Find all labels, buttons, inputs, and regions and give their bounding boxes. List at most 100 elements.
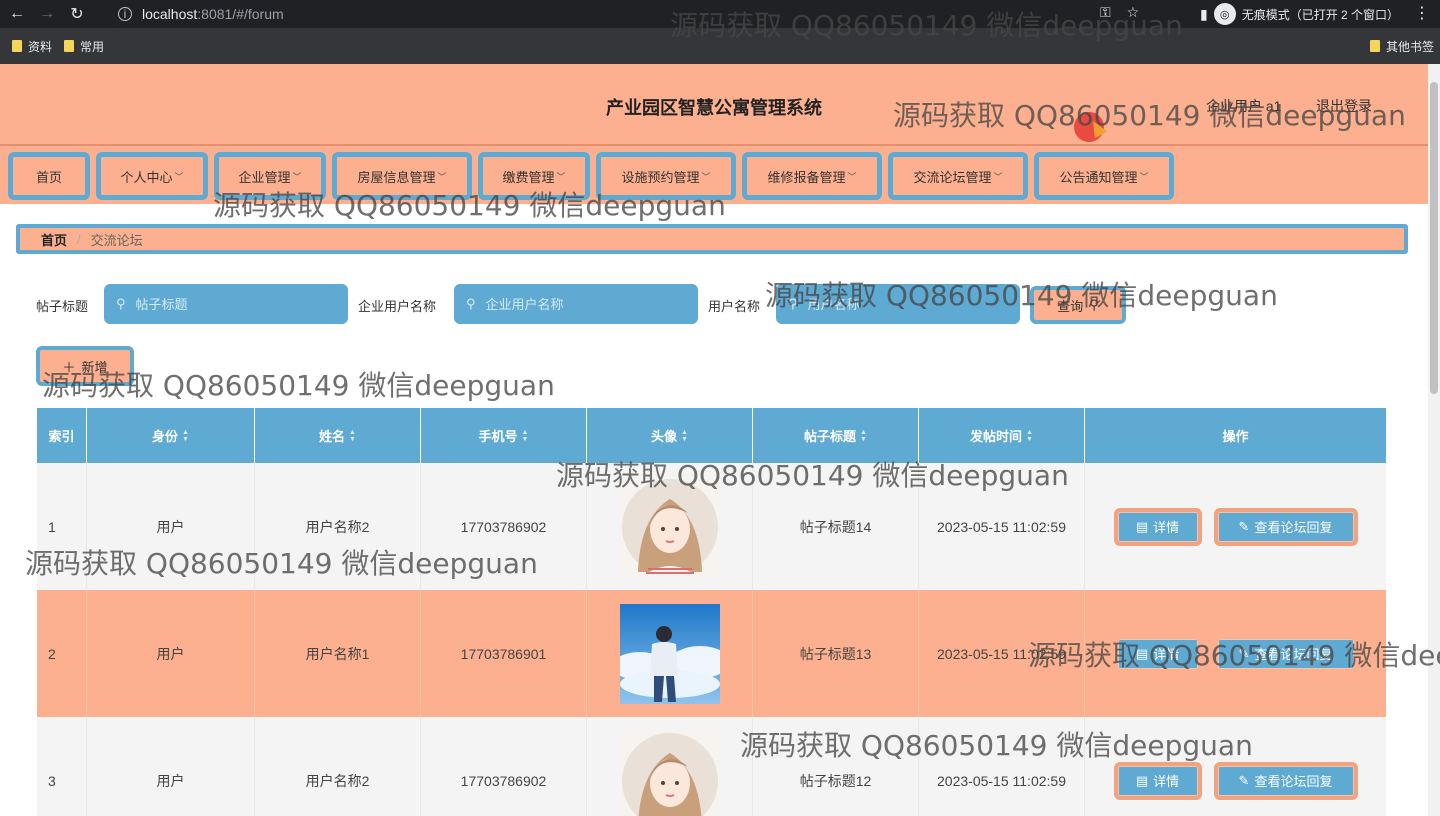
avatar [619,730,720,816]
nav-payment-mgmt[interactable]: 缴费管理 ﹀ [478,152,590,200]
view-replies-button[interactable]: ✎ 查看论坛回复 [1213,634,1358,673]
plus-icon: ＋ [62,359,76,375]
app-header: 产业园区智慧公寓管理系统 企业用户 a1 退出登录 [0,64,1428,144]
sort-icon[interactable]: ▲ ▼ [681,429,688,443]
cell-post-title: 帖子标题14 [753,463,919,590]
col-post-title[interactable]: 帖子标题 ▲ ▼ [753,408,919,463]
chevron-down-icon: ﹀ [174,171,184,182]
post-title-label: 帖子标题 [36,299,89,314]
current-user: 企业用户 a1 [1206,98,1282,114]
bookmark-folder-ziliao[interactable]: 资料 [12,38,52,55]
col-index: 索引 [37,408,87,463]
star-icon[interactable]: ☆ [1127,4,1140,21]
bookmark-folder-changyong[interactable]: 常用 [64,38,104,55]
table-header: 索引 身份 ▲ ▼ 姓名 ▲ ▼ 手机号 ▲ ▼ 头像 ▲ ▼ 帖子标题 ▲ ▼ 发帖时间 ▲ ▼ 操作 [37,408,1386,463]
add-button[interactable]: ＋ 新增 [36,346,134,386]
cell-actions: ▤ 详情 ✎ 查看论坛回复 [1085,717,1386,816]
incognito-indicator[interactable]: ▮ ◎ 无痕模式（已打开 2 个窗口） [1200,2,1399,26]
col-actions: 操作 [1222,429,1249,444]
scrollbar-thumb[interactable] [1430,82,1438,394]
nav-forum-mgmt[interactable]: 交流论坛管理 ﹀ [888,152,1028,200]
nav-company-mgmt[interactable]: 企业管理 ﹀ [214,152,326,200]
cell-name: 用户名称2 [255,463,421,590]
cell-role: 用户 [87,590,255,717]
table-row: 2 用户 用户名称1 17703786901 帖子标题13 2023-05-15… [37,590,1386,717]
info-icon[interactable]: i [118,7,132,21]
page-scrollbar[interactable] [1428,64,1440,816]
col-phone[interactable]: 手机号 ▲ ▼ [421,408,587,463]
cell-post-title: 帖子标题13 [753,590,919,717]
cell-avatar [587,590,753,717]
cell-index: 3 [37,717,87,816]
cell-actions: ▤ 详情 ✎ 查看论坛回复 [1085,463,1386,590]
document-icon: ▤ [1135,645,1149,661]
nav-notice-mgmt[interactable]: 公告通知管理 ﹀ [1034,152,1174,200]
address-bar[interactable]: i localhost:8081/#/forum [104,1,1194,27]
post-title-field[interactable] [135,296,316,312]
user-name-input[interactable]: ⚲ [776,284,1020,324]
nav-house-info-mgmt[interactable]: 房屋信息管理 ﹀ [332,152,472,200]
back-icon[interactable]: ← [4,1,30,27]
company-name-label: 企业用户名称 [358,299,437,314]
nav-repair-mgmt[interactable]: 维修报备管理 ﹀ [742,152,882,200]
detail-button[interactable]: ▤ 详情 [1113,761,1202,800]
document-icon: ▤ [1135,772,1149,788]
nav-facility-booking-mgmt[interactable]: 设施预约管理 ﹀ [596,152,736,200]
document-icon: ▤ [1135,518,1149,534]
user-name-field[interactable] [807,296,988,312]
cell-post-time: 2023-05-15 11:02:59 [919,463,1085,590]
company-name-input[interactable]: ⚲ [454,284,698,324]
chevron-down-icon: ﹀ [437,171,447,182]
nav-personal-center[interactable]: 个人中心 ﹀ [96,152,208,200]
breadcrumb-home[interactable]: 首页 [41,230,67,249]
col-role[interactable]: 身份 ▲ ▼ [87,408,255,463]
bookmark-folder-other[interactable]: 其他书签 [1369,38,1434,55]
company-name-field[interactable] [485,296,666,312]
query-button[interactable]: 查询 ⚲ [1030,286,1126,324]
cell-role: 用户 [87,463,255,590]
sort-icon[interactable]: ▲ ▼ [860,429,867,443]
search-icon: ⚲ [1089,297,1099,312]
breadcrumb-separator: / [77,231,81,247]
cell-index: 1 [37,463,87,590]
cell-avatar [587,463,753,590]
col-post-time[interactable]: 发帖时间 ▲ ▼ [919,408,1085,463]
folder-icon [12,40,22,52]
avatar [619,603,720,704]
detail-button[interactable]: ▤ 详情 [1113,634,1202,673]
cell-post-time: 2023-05-15 11:02:59 [919,717,1085,816]
cell-name: 用户名称2 [255,717,421,816]
cell-phone: 17703786902 [421,717,587,816]
edit-icon: ✎ [1238,772,1250,788]
view-replies-button[interactable]: ✎ 查看论坛回复 [1213,761,1358,800]
menu-icon[interactable]: ⋮ [1414,3,1430,23]
folder-icon [64,40,75,52]
sidebar-icon[interactable]: ▮ [1200,6,1208,23]
main-nav: 首页 个人中心 ﹀ 企业管理 ﹀ 房屋信息管理 ﹀ 缴费管理 ﹀ 设施预约管理 ﹀ 维修报… [0,144,1428,204]
cell-phone: 17703786901 [421,590,587,717]
nav-home[interactable]: 首页 [8,152,90,200]
sort-icon[interactable]: ▲ ▼ [182,429,189,443]
browser-toolbar: ← → ↻ i localhost:8081/#/forum ⚿ ☆ ▮ ◎ 无… [0,0,1440,28]
reload-icon[interactable]: ↻ [64,1,90,27]
logout-button[interactable]: 退出登录 [1316,96,1372,116]
search-icon: ⚲ [788,296,798,311]
sort-icon[interactable]: ▲ ▼ [349,429,356,443]
forward-icon[interactable]: → [34,1,60,27]
incognito-label: 无痕模式（已打开 2 个窗口） [1241,7,1400,22]
folder-icon [1369,40,1380,52]
url-path: :8081/#/forum [197,6,284,22]
post-title-input[interactable]: ⚲ [104,284,348,324]
detail-button[interactable]: ▤ 详情 [1113,507,1202,546]
sort-icon[interactable]: ▲ ▼ [522,429,529,443]
col-name[interactable]: 姓名 ▲ ▼ [255,408,421,463]
breadcrumb: 首页 / 交流论坛 [16,224,1408,254]
key-icon[interactable]: ⚿ [1100,4,1111,21]
breadcrumb-current: 交流论坛 [90,232,143,248]
col-avatar[interactable]: 头像 ▲ ▼ [587,408,753,463]
sort-icon[interactable]: ▲ ▼ [1026,429,1033,443]
edit-icon: ✎ [1238,645,1250,661]
bookmarks-bar: 资料 常用 其他书签 [0,28,1440,64]
table-row: 1 用户 用户名称2 17703786902 帖子标题14 2023-05-15… [37,463,1386,590]
view-replies-button[interactable]: ✎ 查看论坛回复 [1213,507,1358,546]
